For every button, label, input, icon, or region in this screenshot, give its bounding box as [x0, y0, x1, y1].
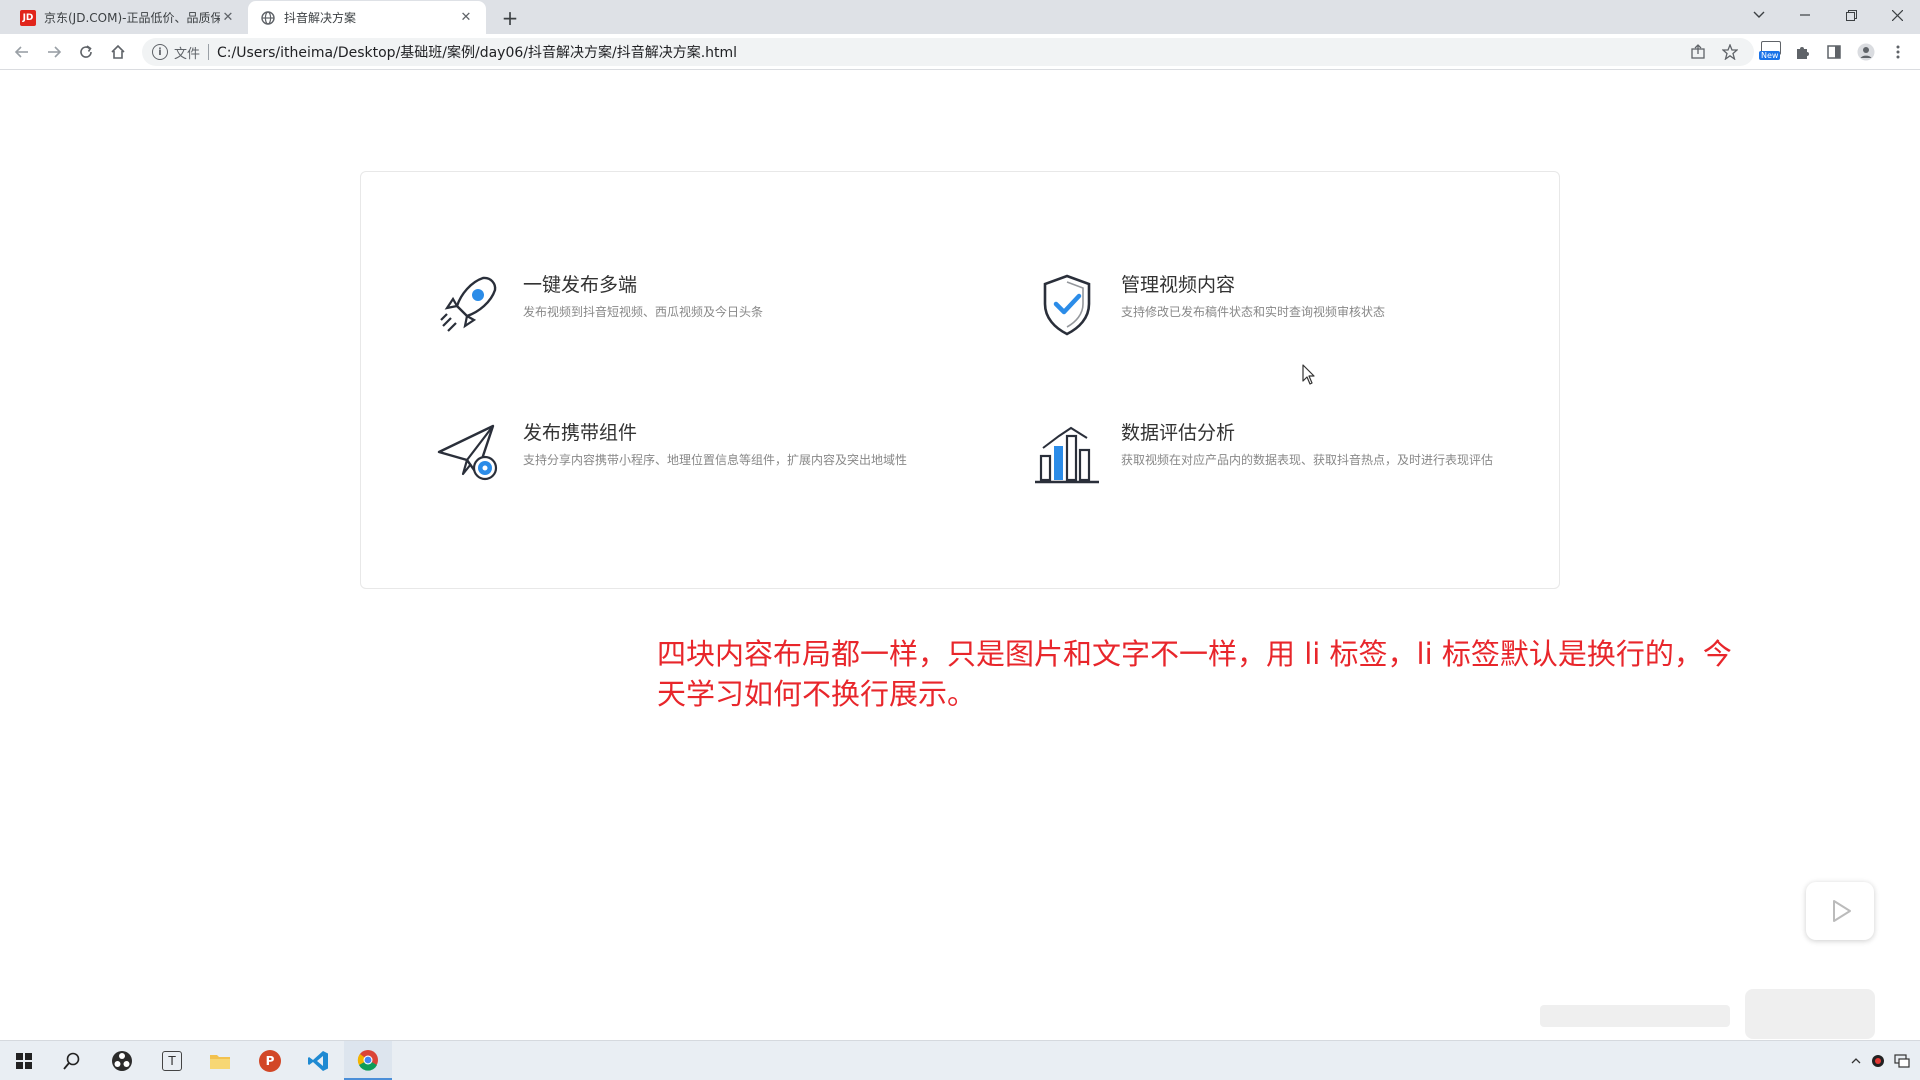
menu-kebab-icon[interactable] [1888, 42, 1908, 62]
feature-title: 一键发布多端 [523, 274, 638, 296]
url-text[interactable]: C:/Users/itheima/Desktop/基础班/案例/day06/抖音… [217, 42, 737, 62]
tab-title: 抖音解决方案 [284, 11, 357, 25]
jd-favicon-icon: JD [20, 9, 36, 26]
extensions-puzzle-icon[interactable] [1792, 42, 1812, 62]
close-window-button[interactable] [1874, 0, 1920, 30]
extension-new-icon[interactable]: New [1758, 41, 1784, 62]
side-panel-icon[interactable] [1824, 42, 1844, 62]
globe-icon [260, 10, 276, 26]
new-tab-button[interactable]: + [498, 6, 522, 30]
taskbar-file-explorer[interactable] [196, 1041, 244, 1080]
feature-desc: 支持分享内容携带小程序、地理位置信息等组件，扩展内容及突出地域性 [523, 453, 908, 467]
info-icon[interactable]: i [152, 44, 168, 60]
address-bar[interactable]: i 文件 C:/Users/itheima/Desktop/基础班/案例/day… [142, 38, 1754, 66]
forward-button[interactable] [42, 40, 66, 64]
obs-icon [112, 1051, 132, 1071]
profile-avatar-icon[interactable] [1856, 42, 1876, 62]
shield-check-icon [1043, 274, 1091, 336]
vscode-icon [308, 1051, 328, 1071]
close-icon[interactable]: ✕ [220, 10, 236, 26]
tab-search-icon[interactable] [1736, 0, 1782, 30]
taskbar-vscode[interactable] [294, 1041, 342, 1080]
feature-item: 一键发布多端 发布视频到抖音短视频、西瓜视频及今日头条 [433, 268, 763, 340]
minimize-button[interactable] [1782, 0, 1828, 30]
search-button[interactable] [48, 1041, 96, 1080]
tab-title: 京东(JD.COM)-正品低价、品质保障 [44, 11, 220, 25]
restore-button[interactable] [1828, 0, 1874, 30]
feature-item: 数据评估分析 获取视频在对应产品内的数据表现、获取抖音热点，及时进行表现评估 [1031, 416, 1521, 488]
new-badge: New [1759, 51, 1781, 60]
feature-item: 管理视频内容 支持修改已发布稿件状态和实时查询视频审核状态 [1031, 268, 1385, 340]
floating-play-button[interactable] [1806, 882, 1874, 940]
tab-douyin-solution[interactable]: 抖音解决方案 ✕ [248, 1, 486, 34]
feature-title: 数据评估分析 [1121, 422, 1236, 444]
home-button[interactable] [106, 40, 130, 64]
chrome-icon [357, 1049, 378, 1071]
tray-record-icon[interactable] [1868, 1051, 1888, 1071]
taskbar-obs-app[interactable] [98, 1041, 146, 1080]
mouse-cursor-icon [1302, 364, 1315, 385]
browser-toolbar: i 文件 C:/Users/itheima/Desktop/基础班/案例/day… [0, 34, 1920, 70]
start-button[interactable] [0, 1041, 48, 1080]
bookmark-star-icon[interactable] [1720, 42, 1740, 62]
lesson-annotation: 四块内容布局都一样，只是图片和文字不一样，用 li 标签，li 标签默认是换行的… [657, 637, 1732, 711]
tab-jd[interactable]: JD 京东(JD.COM)-正品低价、品质保障 ✕ [8, 1, 248, 34]
rocket-icon [440, 276, 497, 332]
folder-icon [210, 1055, 230, 1069]
feature-title: 管理视频内容 [1121, 274, 1236, 296]
feature-title: 发布携带组件 [523, 422, 638, 444]
windows-logo-icon [16, 1053, 32, 1069]
taskbar-typora-app[interactable]: T [148, 1041, 196, 1080]
close-icon[interactable]: ✕ [458, 10, 474, 26]
taskbar-chrome[interactable] [344, 1041, 392, 1080]
reload-button[interactable] [74, 40, 98, 64]
feature-desc: 发布视频到抖音短视频、西瓜视频及今日头条 [523, 305, 764, 319]
share-icon[interactable] [1688, 42, 1708, 62]
tray-network-icon[interactable] [1892, 1051, 1912, 1071]
paper-plane-icon [437, 424, 498, 481]
play-icon [1833, 900, 1851, 922]
tab-strip: JD 京东(JD.COM)-正品低价、品质保障 ✕ 抖音解决方案 ✕ + [0, 0, 1920, 34]
scheme-label: 文件 [174, 46, 201, 62]
feature-desc: 获取视频在对应产品内的数据表现、获取抖音热点，及时进行表现评估 [1121, 453, 1494, 467]
features-box: 一键发布多端 发布视频到抖音短视频、西瓜视频及今日头条 管理视频内容 支持修改已… [360, 171, 1560, 589]
omnibox-divider [208, 44, 210, 60]
powerpoint-icon: P [259, 1050, 281, 1072]
bar-chart-icon [1035, 426, 1099, 484]
feature-item: 发布携带组件 支持分享内容携带小程序、地理位置信息等组件，扩展内容及突出地域性 [433, 416, 923, 488]
tray-chevron-icon[interactable] [1846, 1051, 1866, 1071]
typora-icon: T [162, 1051, 182, 1071]
taskbar-powerpoint[interactable]: P [246, 1041, 294, 1080]
taskbar: T P [0, 1040, 1920, 1080]
back-button[interactable] [10, 40, 34, 64]
search-icon [63, 1052, 80, 1070]
feature-desc: 支持修改已发布稿件状态和实时查询视频审核状态 [1121, 305, 1386, 319]
